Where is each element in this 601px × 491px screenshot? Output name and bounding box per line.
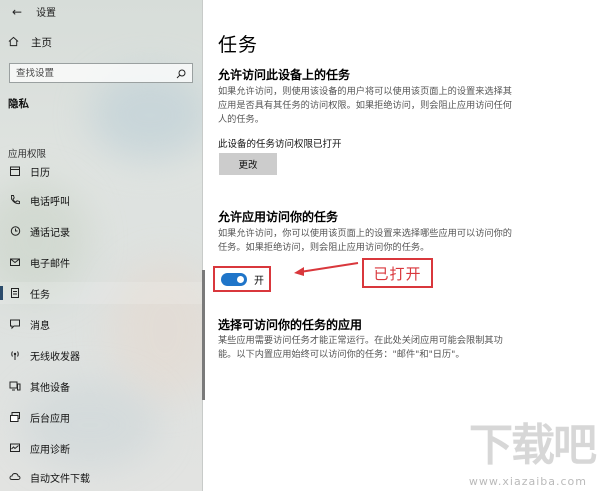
- sidebar-item-home[interactable]: 主页: [8, 35, 52, 50]
- selection-indicator: [0, 286, 3, 300]
- sidebar: ← 设置 主页 隐私 应用权限 日历 电话呼叫 通话记录 电子邮件 任务 消: [0, 0, 203, 491]
- app-access-toggle[interactable]: [221, 272, 247, 286]
- device-access-status: 此设备的任务访问权限已打开: [218, 139, 342, 150]
- window-title-bar: ← 设置: [12, 4, 57, 20]
- sidebar-item-calendar[interactable]: 日历: [0, 160, 203, 182]
- section-heading-device-access: 允许访问此设备上的任务: [218, 68, 351, 82]
- sidebar-item-phone-calls[interactable]: 电话呼叫: [0, 189, 203, 211]
- page-title: 任务: [218, 34, 259, 56]
- toggle-knob: [237, 275, 244, 283]
- section-title: 隐私: [8, 98, 29, 110]
- watermark-logo: 下载吧: [469, 420, 597, 471]
- sidebar-item-label: 日历: [30, 167, 50, 179]
- sidebar-item-background-apps[interactable]: 后台应用: [0, 406, 203, 428]
- group-title: 应用权限: [8, 149, 47, 160]
- annotation-arrow-icon: [294, 262, 359, 276]
- sidebar-item-email[interactable]: 电子邮件: [0, 251, 203, 273]
- window-title: 设置: [36, 8, 57, 19]
- phone-icon: [0, 194, 30, 206]
- section-heading-app-access: 允许应用访问你的任务: [218, 210, 339, 224]
- message-icon: [0, 318, 30, 330]
- sidebar-item-call-history[interactable]: 通话记录: [0, 220, 203, 242]
- section-description: 如果允许访问，你可以使用该页面上的设置来选择哪些应用可以访问你的任务。如果拒绝访…: [218, 228, 512, 253]
- sidebar-item-label: 消息: [30, 320, 50, 332]
- search-box[interactable]: [9, 63, 193, 83]
- sidebar-item-label: 任务: [30, 289, 50, 301]
- sidebar-item-app-diagnostics[interactable]: 应用诊断: [0, 437, 203, 459]
- sidebar-item-messages[interactable]: 消息: [0, 313, 203, 335]
- sidebar-item-other-devices[interactable]: 其他设备: [0, 375, 203, 397]
- section-description: 某些应用需要访问任务才能正常运行。在此处关闭应用可能会限制其功能。以下内置应用始…: [218, 335, 503, 360]
- mail-icon: [0, 256, 30, 268]
- sidebar-item-label: 电话呼叫: [30, 196, 70, 208]
- sidebar-item-label: 后台应用: [30, 413, 70, 425]
- acrylic-blur: [90, 70, 203, 160]
- sidebar-item-label: 自动文件下载: [30, 473, 90, 485]
- sidebar-item-label: 主页: [31, 37, 52, 49]
- toggle-state-label: 开: [254, 275, 264, 287]
- diagnostics-icon: [0, 442, 30, 454]
- section-heading-choose-apps: 选择可访问你的任务的应用: [218, 318, 363, 332]
- toggle-highlight-box: 开: [213, 266, 271, 292]
- radio-icon: [0, 349, 30, 361]
- sidebar-item-tasks[interactable]: 任务: [0, 282, 203, 304]
- background-apps-icon: [0, 411, 30, 423]
- calendar-icon: [0, 165, 30, 177]
- sidebar-item-label: 无线收发器: [30, 351, 80, 363]
- search-icon[interactable]: [176, 64, 186, 83]
- home-icon: [8, 36, 19, 50]
- history-icon: [0, 225, 30, 237]
- annotation-label: 已打开: [362, 258, 433, 288]
- search-input[interactable]: [16, 67, 166, 79]
- change-button[interactable]: 更改: [219, 153, 277, 175]
- sidebar-item-label: 其他设备: [30, 382, 70, 394]
- watermark-url: www.xiazaiba.com: [468, 475, 587, 488]
- section-description: 如果允许访问，则使用该设备的用户将可以使用该页面上的设置来选择其应用是否具有其任…: [218, 86, 512, 125]
- sidebar-item-label: 通话记录: [30, 227, 70, 239]
- sidebar-item-label: 应用诊断: [30, 444, 70, 456]
- sidebar-item-label: 电子邮件: [30, 258, 70, 270]
- devices-icon: [0, 380, 30, 392]
- back-arrow-icon[interactable]: ←: [12, 5, 22, 19]
- sidebar-item-radios[interactable]: 无线收发器: [0, 344, 203, 366]
- cloud-download-icon: [0, 471, 30, 483]
- tasks-icon: [0, 287, 30, 299]
- sidebar-item-auto-file-download[interactable]: 自动文件下载: [0, 466, 203, 488]
